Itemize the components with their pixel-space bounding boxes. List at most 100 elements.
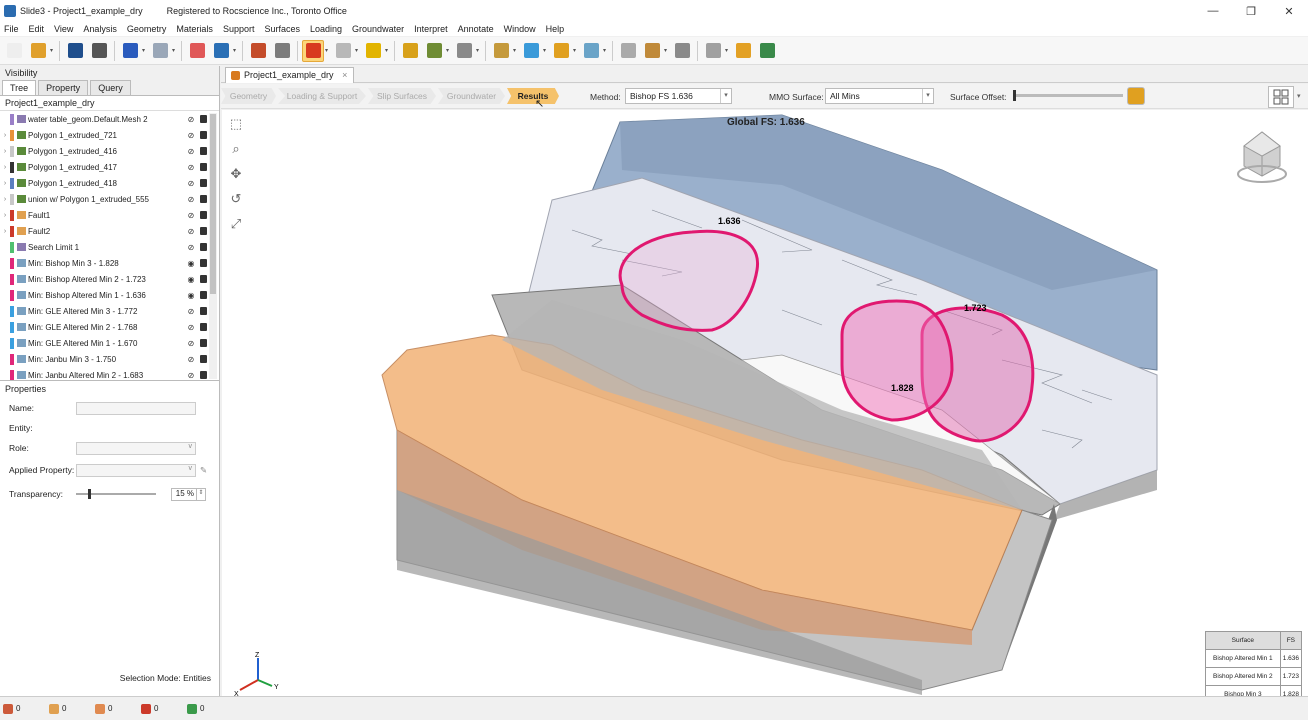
expand-chevron-icon[interactable]: › (0, 148, 10, 155)
view-cube-icon[interactable] (580, 40, 602, 62)
expand-chevron-icon[interactable]: › (0, 228, 10, 235)
chevron-down-icon[interactable]: ▾ (922, 89, 933, 103)
tree-item[interactable]: › Polygon 1_extruded_417 ⊘ (0, 159, 219, 175)
minimize-button[interactable]: — (1194, 5, 1232, 18)
chevron-down-icon[interactable]: ▾ (664, 47, 670, 54)
status-item-edges[interactable]: 0 (49, 703, 92, 714)
name-field[interactable] (76, 401, 196, 415)
chevron-down-icon[interactable]: ▾ (325, 47, 331, 54)
lock-icon[interactable] (200, 227, 207, 235)
tree-item[interactable]: › Polygon 1_extruded_418 ⊘ (0, 175, 219, 191)
method-select[interactable]: Bishop FS 1.636 ▾ (625, 88, 732, 104)
tree-item[interactable]: › union w/ Polygon 1_extruded_555 ⊘ (0, 191, 219, 207)
lock-icon[interactable] (200, 195, 207, 203)
image-export-icon[interactable] (210, 40, 232, 62)
surface-settings-icon[interactable] (1127, 87, 1145, 105)
color-wheel-icon[interactable] (186, 40, 208, 62)
slope-model-3d[interactable]: 1.636 1.723 1.828 Z X Y (222, 110, 1308, 696)
close-button[interactable]: ✕ (1270, 5, 1308, 18)
chevron-down-icon[interactable]: ▾ (446, 47, 452, 54)
eye-hidden-icon[interactable]: ⊘ (186, 323, 196, 332)
applied-property-select[interactable] (76, 463, 196, 477)
tree-item[interactable]: Min: Janbu Altered Min 2 - 1.683 ⊘ (0, 367, 219, 380)
print-icon[interactable] (88, 40, 110, 62)
triangle-icon[interactable] (550, 40, 572, 62)
eye-icon[interactable]: ◉ (186, 291, 196, 300)
tree-project-name[interactable]: Project1_example_dry (0, 96, 219, 111)
close-tab-icon[interactable]: × (342, 70, 347, 80)
chevron-down-icon[interactable]: ▾ (233, 47, 239, 54)
lock-icon[interactable] (200, 355, 207, 363)
menu-interpret[interactable]: Interpret (414, 24, 448, 34)
eye-hidden-icon[interactable]: ⊘ (186, 371, 196, 380)
eye-hidden-icon[interactable]: ⊘ (186, 339, 196, 348)
zoom-icon[interactable]: ⌕ (228, 141, 244, 157)
tree-item[interactable]: Min: Bishop Altered Min 1 - 1.636 ◉ (0, 287, 219, 303)
workflow-step-slip-surfaces[interactable]: Slip Surfaces (368, 88, 436, 104)
eye-hidden-icon[interactable]: ⊘ (186, 243, 196, 252)
menu-support[interactable]: Support (223, 24, 255, 34)
tree-item[interactable]: Min: Bishop Altered Min 2 - 1.723 ◉ (0, 271, 219, 287)
lock-icon[interactable] (200, 339, 207, 347)
dots-icon[interactable] (702, 40, 724, 62)
lock-icon[interactable] (200, 259, 207, 267)
eye-hidden-icon[interactable]: ⊘ (186, 227, 196, 236)
zoom-window-icon[interactable]: ⬚ (228, 116, 244, 132)
rotate-icon[interactable]: ↺ (228, 191, 244, 207)
chevron-down-icon[interactable]: ▾ (543, 47, 549, 54)
undo-icon[interactable] (119, 40, 141, 62)
tab-property[interactable]: Property (38, 80, 89, 95)
expand-chevron-icon[interactable]: › (0, 180, 10, 187)
redo-icon[interactable] (149, 40, 171, 62)
chevron-down-icon[interactable]: ▾ (725, 47, 731, 54)
tree-item[interactable]: › Polygon 1_extruded_721 ⊘ (0, 127, 219, 143)
eye-icon[interactable]: ◉ (186, 259, 196, 268)
status-item-groups[interactable]: 0 (187, 703, 230, 714)
eye-hidden-icon[interactable]: ⊘ (186, 131, 196, 140)
viewport-layout-button[interactable] (1268, 86, 1294, 108)
transparency-spinner[interactable]: ⇕ (197, 487, 206, 501)
lock-icon[interactable] (200, 307, 207, 315)
chevron-down-icon[interactable]: ▾ (172, 47, 178, 54)
move-icon[interactable] (641, 40, 663, 62)
save-icon[interactable] (64, 40, 86, 62)
lock-icon[interactable] (200, 163, 207, 171)
eye-hidden-icon[interactable]: ⊘ (186, 115, 196, 124)
tree-item[interactable]: water table_geom.Default.Mesh 2 ⊘ (0, 111, 219, 127)
tree-item[interactable]: › Fault1 ⊘ (0, 207, 219, 223)
lock-icon[interactable] (200, 291, 207, 299)
tools-icon[interactable] (671, 40, 693, 62)
lock-icon[interactable] (200, 275, 207, 283)
tree-item[interactable]: Min: GLE Altered Min 2 - 1.768 ⊘ (0, 319, 219, 335)
slip-surface-1828[interactable] (840, 299, 954, 422)
status-item-faces[interactable]: 0 (95, 703, 138, 714)
menu-loading[interactable]: Loading (310, 24, 342, 34)
workflow-step-groundwater[interactable]: Groundwater (438, 88, 505, 104)
expand-chevron-icon[interactable]: › (0, 196, 10, 203)
menu-materials[interactable]: Materials (176, 24, 213, 34)
tree-scrollbar[interactable] (209, 113, 217, 379)
cube-settings-icon[interactable] (490, 40, 512, 62)
contour-icon[interactable] (732, 40, 754, 62)
restore-button[interactable]: ❐ (1232, 5, 1270, 18)
edit-pencil-icon[interactable] (247, 40, 269, 62)
layers-icon[interactable] (756, 40, 778, 62)
role-select[interactable] (76, 441, 196, 455)
slip-surface-1636[interactable] (618, 229, 760, 332)
3d-viewport[interactable]: 1.636 1.723 1.828 Z X Y ⬚ ⌕ ✥ ↺ ⤢ Global… (222, 110, 1308, 696)
document-tab[interactable]: Project1_example_dry × (225, 67, 355, 83)
tree-item[interactable]: › Fault2 ⊘ (0, 223, 219, 239)
surface-offset-thumb[interactable] (1013, 90, 1016, 101)
status-item-nodes[interactable]: 0 (3, 703, 46, 714)
pan-icon[interactable]: ✥ (228, 166, 244, 182)
transparency-thumb[interactable] (88, 489, 91, 499)
eye-hidden-icon[interactable]: ⊘ (186, 195, 196, 204)
eye-hidden-icon[interactable]: ⊘ (186, 211, 196, 220)
view-cube-icon[interactable] (1237, 131, 1287, 183)
menu-surfaces[interactable]: Surfaces (264, 24, 300, 34)
chevron-down-icon[interactable]: ▾ (50, 47, 56, 54)
menu-groundwater[interactable]: Groundwater (352, 24, 404, 34)
menu-geometry[interactable]: Geometry (127, 24, 167, 34)
tree-item[interactable]: Min: GLE Altered Min 3 - 1.772 ⊘ (0, 303, 219, 319)
slice-icon[interactable] (520, 40, 542, 62)
